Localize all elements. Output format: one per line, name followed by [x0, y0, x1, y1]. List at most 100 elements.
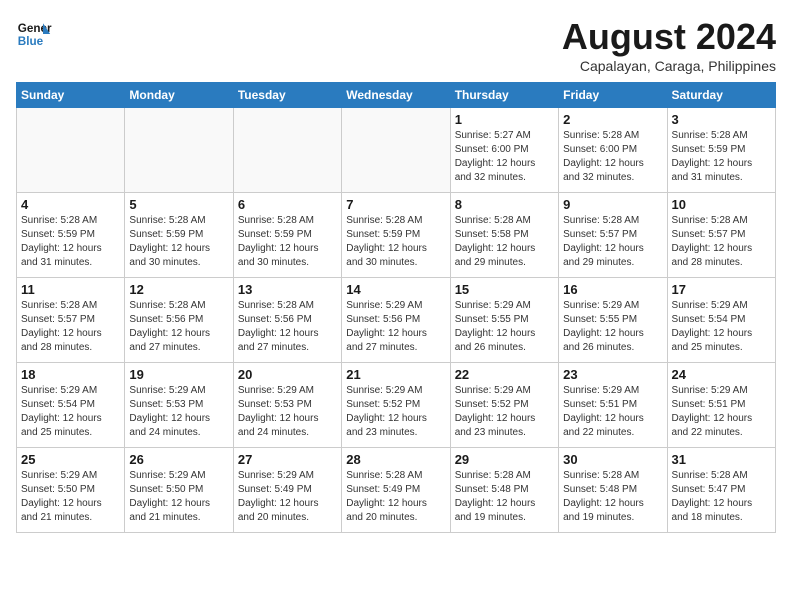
calendar-cell: 12 Sunrise: 5:28 AM Sunset: 5:56 PM Dayli… — [125, 278, 233, 363]
day-info: Sunrise: 5:29 AM Sunset: 5:53 PM Dayligh… — [238, 384, 337, 440]
calendar-cell: 29 Sunrise: 5:28 AM Sunset: 5:48 PM Dayli… — [450, 448, 558, 533]
day-number: 1 — [455, 112, 554, 127]
day-number: 14 — [346, 282, 445, 297]
day-number: 30 — [563, 452, 662, 467]
day-info: Sunrise: 5:27 AM Sunset: 6:00 PM Dayligh… — [455, 129, 554, 185]
calendar-cell: 16 Sunrise: 5:29 AM Sunset: 5:55 PM Dayli… — [559, 278, 667, 363]
day-info: Sunrise: 5:29 AM Sunset: 5:56 PM Dayligh… — [346, 299, 445, 355]
day-number: 19 — [129, 367, 228, 382]
calendar-cell: 17 Sunrise: 5:29 AM Sunset: 5:54 PM Dayli… — [667, 278, 775, 363]
day-number: 23 — [563, 367, 662, 382]
day-info: Sunrise: 5:28 AM Sunset: 6:00 PM Dayligh… — [563, 129, 662, 185]
calendar-cell: 8Sunrise: 5:28 AM Sunset: 5:58 PM Daylig… — [450, 193, 558, 278]
day-info: Sunrise: 5:28 AM Sunset: 5:59 PM Dayligh… — [21, 214, 120, 270]
calendar-cell: 22 Sunrise: 5:29 AM Sunset: 5:52 PM Dayli… — [450, 363, 558, 448]
day-number: 17 — [672, 282, 771, 297]
calendar-cell: 23 Sunrise: 5:29 AM Sunset: 5:51 PM Dayli… — [559, 363, 667, 448]
day-number: 25 — [21, 452, 120, 467]
calendar-cell: 27 Sunrise: 5:29 AM Sunset: 5:49 PM Dayli… — [233, 448, 341, 533]
calendar-cell — [125, 108, 233, 193]
calendar-cell: 21 Sunrise: 5:29 AM Sunset: 5:52 PM Dayli… — [342, 363, 450, 448]
weekday-header-thursday: Thursday — [450, 83, 558, 108]
day-info: Sunrise: 5:28 AM Sunset: 5:57 PM Dayligh… — [672, 214, 771, 270]
day-info: Sunrise: 5:28 AM Sunset: 5:59 PM Dayligh… — [238, 214, 337, 270]
day-info: Sunrise: 5:29 AM Sunset: 5:52 PM Dayligh… — [346, 384, 445, 440]
day-info: Sunrise: 5:28 AM Sunset: 5:49 PM Dayligh… — [346, 469, 445, 525]
calendar-cell: 3Sunrise: 5:28 AM Sunset: 5:59 PM Daylig… — [667, 108, 775, 193]
calendar-cell: 6 Sunrise: 5:28 AM Sunset: 5:59 PM Daylig… — [233, 193, 341, 278]
day-number: 10 — [672, 197, 771, 212]
calendar-cell — [342, 108, 450, 193]
day-number: 15 — [455, 282, 554, 297]
weekday-header-monday: Monday — [125, 83, 233, 108]
calendar-cell: 11 Sunrise: 5:28 AM Sunset: 5:57 PM Dayli… — [17, 278, 125, 363]
day-number: 11 — [21, 282, 120, 297]
calendar-cell: 24 Sunrise: 5:29 AM Sunset: 5:51 PM Dayli… — [667, 363, 775, 448]
day-info: Sunrise: 5:29 AM Sunset: 5:51 PM Dayligh… — [563, 384, 662, 440]
calendar-cell: 4 Sunrise: 5:28 AM Sunset: 5:59 PM Daylig… — [17, 193, 125, 278]
day-info: Sunrise: 5:28 AM Sunset: 5:56 PM Dayligh… — [129, 299, 228, 355]
day-number: 8 — [455, 197, 554, 212]
calendar-cell: 5 Sunrise: 5:28 AM Sunset: 5:59 PM Daylig… — [125, 193, 233, 278]
day-info: Sunrise: 5:29 AM Sunset: 5:55 PM Dayligh… — [455, 299, 554, 355]
day-number: 9 — [563, 197, 662, 212]
day-number: 28 — [346, 452, 445, 467]
calendar-cell: 19 Sunrise: 5:29 AM Sunset: 5:53 PM Dayli… — [125, 363, 233, 448]
weekday-header-wednesday: Wednesday — [342, 83, 450, 108]
logo: General Blue — [16, 16, 52, 52]
day-number: 20 — [238, 367, 337, 382]
day-info: Sunrise: 5:29 AM Sunset: 5:54 PM Dayligh… — [21, 384, 120, 440]
day-number: 4 — [21, 197, 120, 212]
location-subtitle: Capalayan, Caraga, Philippines — [562, 58, 776, 74]
day-info: Sunrise: 5:29 AM Sunset: 5:54 PM Dayligh… — [672, 299, 771, 355]
calendar-cell: 13Sunrise: 5:28 AM Sunset: 5:56 PM Dayli… — [233, 278, 341, 363]
page-header: General Blue August 2024 Capalayan, Cara… — [16, 16, 776, 74]
title-block: August 2024 Capalayan, Caraga, Philippin… — [562, 16, 776, 74]
svg-text:Blue: Blue — [18, 35, 44, 48]
day-number: 21 — [346, 367, 445, 382]
day-info: Sunrise: 5:29 AM Sunset: 5:50 PM Dayligh… — [21, 469, 120, 525]
weekday-header-tuesday: Tuesday — [233, 83, 341, 108]
calendar-cell: 30 Sunrise: 5:28 AM Sunset: 5:48 PM Dayli… — [559, 448, 667, 533]
day-info: Sunrise: 5:29 AM Sunset: 5:50 PM Dayligh… — [129, 469, 228, 525]
weekday-header-friday: Friday — [559, 83, 667, 108]
calendar-cell: 10 Sunrise: 5:28 AM Sunset: 5:57 PM Dayli… — [667, 193, 775, 278]
day-info: Sunrise: 5:29 AM Sunset: 5:52 PM Dayligh… — [455, 384, 554, 440]
day-info: Sunrise: 5:29 AM Sunset: 5:51 PM Dayligh… — [672, 384, 771, 440]
day-number: 7 — [346, 197, 445, 212]
calendar-cell: 25 Sunrise: 5:29 AM Sunset: 5:50 PM Dayli… — [17, 448, 125, 533]
day-number: 22 — [455, 367, 554, 382]
day-info: Sunrise: 5:28 AM Sunset: 5:59 PM Dayligh… — [129, 214, 228, 270]
day-info: Sunrise: 5:29 AM Sunset: 5:55 PM Dayligh… — [563, 299, 662, 355]
calendar-cell: 20 Sunrise: 5:29 AM Sunset: 5:53 PM Dayli… — [233, 363, 341, 448]
calendar-cell — [233, 108, 341, 193]
weekday-header-saturday: Saturday — [667, 83, 775, 108]
day-number: 27 — [238, 452, 337, 467]
day-info: Sunrise: 5:28 AM Sunset: 5:59 PM Dayligh… — [346, 214, 445, 270]
calendar-cell: 15 Sunrise: 5:29 AM Sunset: 5:55 PM Dayli… — [450, 278, 558, 363]
day-number: 24 — [672, 367, 771, 382]
calendar-cell: 28 Sunrise: 5:28 AM Sunset: 5:49 PM Dayli… — [342, 448, 450, 533]
day-number: 26 — [129, 452, 228, 467]
calendar-table: SundayMondayTuesdayWednesdayThursdayFrid… — [16, 82, 776, 533]
calendar-cell: 9Sunrise: 5:28 AM Sunset: 5:57 PM Daylig… — [559, 193, 667, 278]
day-info: Sunrise: 5:29 AM Sunset: 5:53 PM Dayligh… — [129, 384, 228, 440]
day-number: 16 — [563, 282, 662, 297]
calendar-cell: 18 Sunrise: 5:29 AM Sunset: 5:54 PM Dayli… — [17, 363, 125, 448]
calendar-cell: 31Sunrise: 5:28 AM Sunset: 5:47 PM Dayli… — [667, 448, 775, 533]
day-number: 29 — [455, 452, 554, 467]
day-number: 2 — [563, 112, 662, 127]
calendar-cell: 7 Sunrise: 5:28 AM Sunset: 5:59 PM Daylig… — [342, 193, 450, 278]
day-number: 18 — [21, 367, 120, 382]
day-number: 6 — [238, 197, 337, 212]
day-number: 3 — [672, 112, 771, 127]
day-info: Sunrise: 5:28 AM Sunset: 5:57 PM Dayligh… — [21, 299, 120, 355]
day-info: Sunrise: 5:29 AM Sunset: 5:49 PM Dayligh… — [238, 469, 337, 525]
day-number: 12 — [129, 282, 228, 297]
day-info: Sunrise: 5:28 AM Sunset: 5:48 PM Dayligh… — [563, 469, 662, 525]
calendar-cell — [17, 108, 125, 193]
day-number: 5 — [129, 197, 228, 212]
day-info: Sunrise: 5:28 AM Sunset: 5:48 PM Dayligh… — [455, 469, 554, 525]
weekday-header-sunday: Sunday — [17, 83, 125, 108]
day-info: Sunrise: 5:28 AM Sunset: 5:56 PM Dayligh… — [238, 299, 337, 355]
